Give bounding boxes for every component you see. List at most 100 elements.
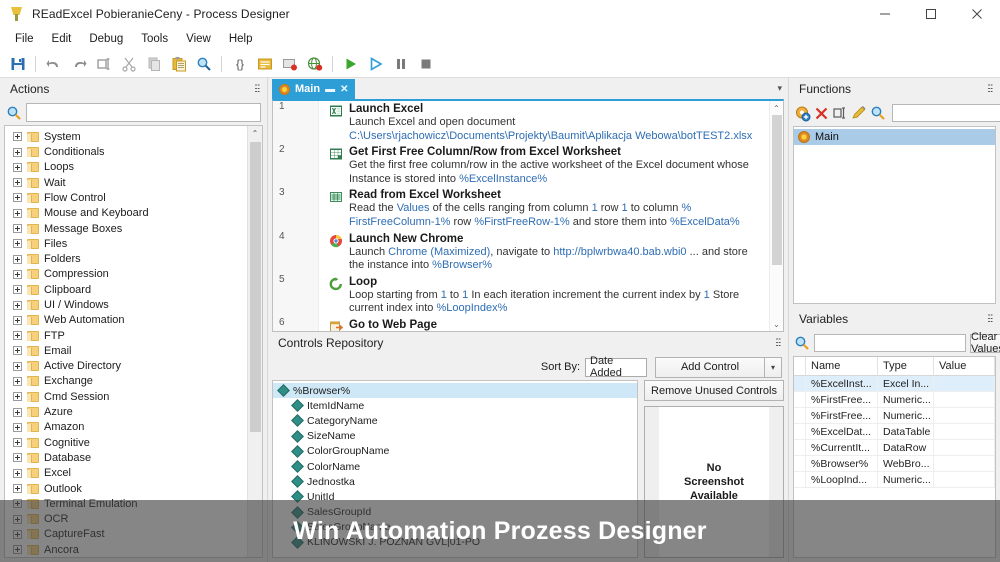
editor-scroll-thumb[interactable]: [771, 115, 782, 265]
variables-rows[interactable]: %ExcelInst... Excel In... %FirstFree... Num…: [794, 376, 995, 488]
pause-icon[interactable]: [390, 53, 411, 75]
actions-tree-item[interactable]: Compression: [5, 267, 247, 282]
controls-repository-pin-icon[interactable]: ☷: [776, 338, 781, 349]
copy-icon[interactable]: [143, 53, 164, 75]
scroll-thumb[interactable]: [249, 142, 261, 433]
actions-tree-item[interactable]: Folders: [5, 251, 247, 266]
actions-tree-item[interactable]: Outlook: [5, 481, 247, 496]
control-item[interactable]: KLINOWSKI J. POZNAN GVL|01-PO: [273, 535, 637, 550]
expand-icon[interactable]: [13, 147, 22, 157]
actions-tree-item[interactable]: Cmd Session: [5, 389, 247, 404]
actions-tree-item[interactable]: Ancora: [5, 542, 247, 557]
script-step[interactable]: Read from Excel Worksheet Read the Values…: [319, 187, 769, 230]
variables-table-row[interactable]: %FirstFree... Numeric...: [794, 392, 995, 408]
expand-icon[interactable]: [13, 193, 22, 203]
expand-icon[interactable]: [13, 422, 22, 432]
tab-close-icon[interactable]: ✕: [340, 84, 348, 95]
variables-table-row[interactable]: %FirstFree... Numeric...: [794, 408, 995, 424]
variables-table[interactable]: Name Type Value %ExcelInst... Excel In...…: [793, 356, 996, 558]
editor-scroll-down-icon[interactable]: ⌄: [773, 317, 780, 331]
expand-icon[interactable]: [13, 545, 22, 555]
actions-tree-item[interactable]: CaptureFast: [5, 527, 247, 542]
actions-tree-item[interactable]: Mouse and Keyboard: [5, 206, 247, 221]
actions-tree-item[interactable]: Wait: [5, 175, 247, 190]
control-item[interactable]: ItemIdName: [273, 398, 637, 413]
functions-pin-icon[interactable]: ☷: [988, 84, 993, 95]
control-item[interactable]: ColorGroupName: [273, 444, 637, 459]
function-list-item[interactable]: Main: [794, 129, 995, 145]
tab-pin-icon[interactable]: ▬: [325, 84, 335, 95]
control-item[interactable]: CategoryName: [273, 413, 637, 428]
add-control-button[interactable]: Add Control: [655, 356, 765, 378]
actions-tree-item[interactable]: Files: [5, 236, 247, 251]
rename-function-icon[interactable]: [832, 104, 848, 122]
actions-pin-icon[interactable]: ☷: [255, 84, 260, 95]
expand-icon[interactable]: [13, 499, 22, 509]
menu-view[interactable]: View: [177, 30, 220, 48]
find-icon[interactable]: [193, 53, 214, 75]
expand-icon[interactable]: [13, 331, 22, 341]
redo-icon[interactable]: [68, 53, 89, 75]
script-step[interactable]: Launch New Chrome Launch Chrome (Maximize…: [319, 231, 769, 274]
menu-edit[interactable]: Edit: [43, 30, 81, 48]
control-item[interactable]: SizeName: [273, 429, 637, 444]
actions-tree-item[interactable]: Web Automation: [5, 313, 247, 328]
expand-icon[interactable]: [13, 269, 22, 279]
variables-table-row[interactable]: %Browser% WebBro...: [794, 456, 995, 472]
remove-unused-controls-button[interactable]: Remove Unused Controls: [644, 380, 784, 401]
chevron-down-icon[interactable]: ▾: [777, 83, 782, 94]
comment-icon[interactable]: [254, 53, 275, 75]
undo-icon[interactable]: [43, 53, 64, 75]
actions-tree-item[interactable]: Excel: [5, 466, 247, 481]
variables-pin-icon[interactable]: ☷: [988, 314, 993, 325]
script-step[interactable]: Launch Excel Launch Excel and open docume…: [319, 101, 769, 144]
expand-icon[interactable]: [13, 392, 22, 402]
cut-icon[interactable]: [118, 53, 139, 75]
actions-tree-item[interactable]: Database: [5, 450, 247, 465]
variables-table-row[interactable]: %ExcelInst... Excel In...: [794, 376, 995, 392]
controls-tree[interactable]: %Browser% ItemIdName CategoryName SizeName C…: [272, 380, 638, 558]
variables-table-row[interactable]: %ExcelDat... DataTable: [794, 424, 995, 440]
expand-icon[interactable]: [13, 407, 22, 417]
script-step[interactable]: Go to Web Page: [319, 317, 769, 331]
expand-icon[interactable]: [13, 361, 22, 371]
minimize-button[interactable]: [862, 0, 908, 28]
web-record-icon[interactable]: [304, 53, 325, 75]
expand-icon[interactable]: [13, 239, 22, 249]
delete-function-icon[interactable]: [814, 104, 829, 122]
control-item[interactable]: ColorName: [273, 459, 637, 474]
expand-icon[interactable]: [13, 315, 22, 325]
maximize-button[interactable]: [908, 0, 954, 28]
control-root-item[interactable]: %Browser%: [273, 383, 637, 399]
actions-tree-item[interactable]: Terminal Emulation: [5, 496, 247, 511]
actions-tree-item[interactable]: Message Boxes: [5, 221, 247, 236]
actions-tree-item[interactable]: OCR: [5, 512, 247, 527]
actions-tree-item[interactable]: Clipboard: [5, 282, 247, 297]
expand-icon[interactable]: [13, 285, 22, 295]
close-button[interactable]: [954, 0, 1000, 28]
rename-icon[interactable]: [93, 53, 114, 75]
expand-icon[interactable]: [13, 300, 22, 310]
actions-tree-item[interactable]: Email: [5, 343, 247, 358]
run-from-here-icon[interactable]: [365, 53, 386, 75]
run-icon[interactable]: [340, 53, 361, 75]
scroll-up-arrow-icon[interactable]: ⌃: [248, 126, 263, 141]
actions-tree-item[interactable]: Loops: [5, 160, 247, 175]
variables-search-input[interactable]: [814, 334, 966, 352]
control-item[interactable]: SalesGroupName: [273, 520, 637, 535]
step-list[interactable]: Launch Excel Launch Excel and open docume…: [319, 101, 769, 331]
actions-tree-item[interactable]: Azure: [5, 404, 247, 419]
editor-scroll-up-icon[interactable]: ⌃: [773, 101, 780, 115]
expand-icon[interactable]: [13, 529, 22, 539]
control-item[interactable]: SalesGroupId: [273, 505, 637, 520]
actions-tree-item[interactable]: Amazon: [5, 420, 247, 435]
script-step[interactable]: Loop Loop starting from 1 to 1 In each it…: [319, 274, 769, 317]
expand-icon[interactable]: [13, 346, 22, 356]
actions-tree-item[interactable]: Conditionals: [5, 144, 247, 159]
actions-search-input[interactable]: [26, 103, 261, 123]
expand-icon[interactable]: [13, 224, 22, 234]
variables-icon[interactable]: {}: [229, 53, 250, 75]
functions-search-input[interactable]: [892, 104, 1000, 122]
edit-function-icon[interactable]: [851, 104, 867, 122]
functions-list[interactable]: Main: [793, 126, 996, 304]
